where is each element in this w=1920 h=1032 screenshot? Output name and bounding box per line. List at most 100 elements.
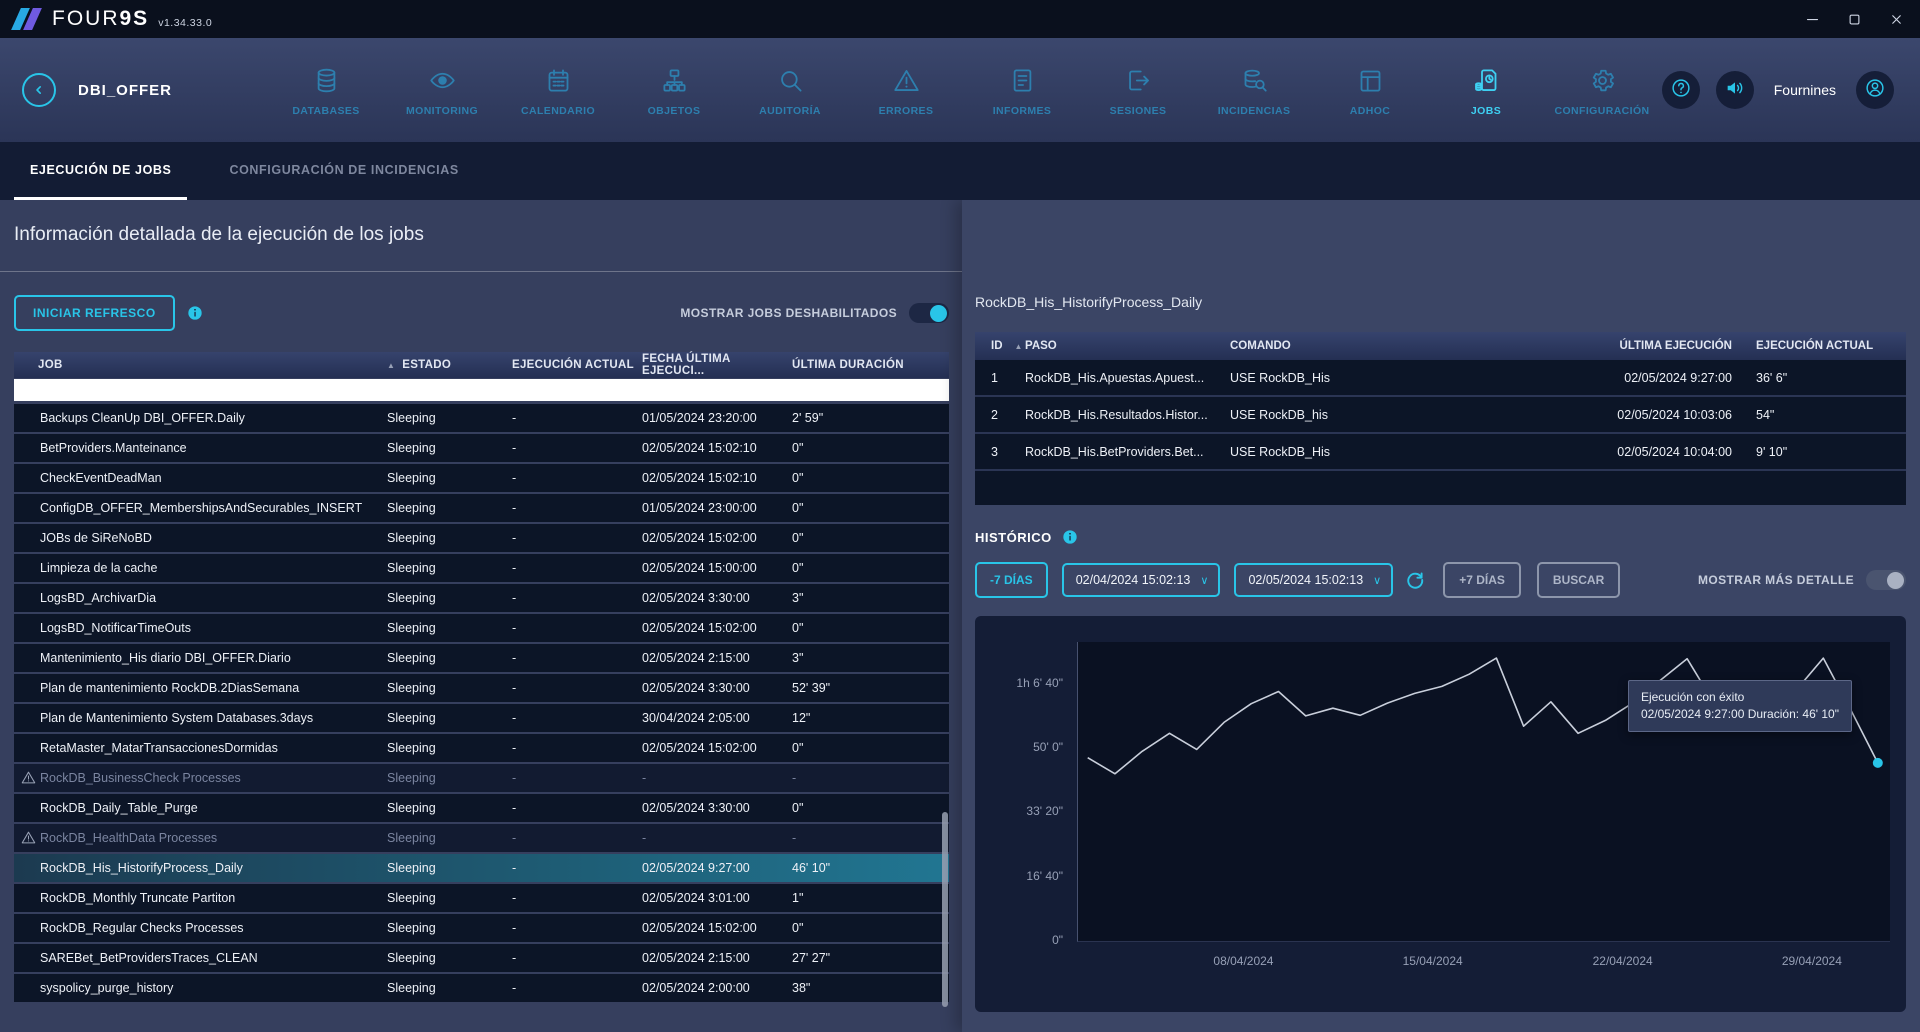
cell-job: RockDB_HealthData Processes <box>14 831 387 845</box>
column-fecha-ultima[interactable]: FECHA ÚLTIMA EJECUCI... <box>642 353 792 377</box>
column-ejecucion-actual[interactable]: EJECUCIÓN ACTUAL <box>512 359 642 371</box>
cell-actual: - <box>512 651 642 665</box>
column-estado[interactable]: ▲ESTADO <box>387 359 512 371</box>
steps-table-row[interactable]: 1RockDB_His.Apuestas.Apuest...USE RockDB… <box>975 360 1906 397</box>
date-to-select[interactable]: 02/05/2024 15:02:13∨ <box>1234 563 1393 597</box>
cell-job: BetProviders.Manteinance <box>14 441 387 455</box>
nav-item-sesiones[interactable]: SESIONES <box>1080 63 1196 117</box>
jobs-scrollbar[interactable] <box>942 812 948 1007</box>
jobs-table-row[interactable]: RockDB_His_HistorifyProcess_DailySleepin… <box>14 854 949 882</box>
nav-item-auditoría[interactable]: AUDITORÍA <box>732 63 848 117</box>
cell-fecha: 02/05/2024 2:00:00 <box>642 981 792 995</box>
warning-icon <box>21 770 36 785</box>
jobs-table-row[interactable]: RockDB_HealthData ProcessesSleeping--- <box>14 824 949 852</box>
cell-fecha: 02/05/2024 2:15:00 <box>642 951 792 965</box>
nav-item-configuración[interactable]: CONFIGURACIÓN <box>1544 63 1660 117</box>
cell-estado: Sleeping <box>387 951 512 965</box>
jobs-table-row[interactable]: RockDB_Regular Checks ProcessesSleeping-… <box>14 914 949 942</box>
minimize-icon[interactable] <box>1798 5 1826 33</box>
close-icon[interactable] <box>1882 5 1910 33</box>
tooltip-detail: 02/05/2024 9:27:00 Duración: 46' 10" <box>1641 706 1839 723</box>
jobs-table-row[interactable]: JOBs de SiReNoBDSleeping-02/05/2024 15:0… <box>14 524 949 552</box>
highlighted-point[interactable] <box>1873 758 1883 768</box>
nav-item-label: DATABASES <box>292 105 359 117</box>
nav-item-calendario[interactable]: CALENDARIO <box>500 63 616 117</box>
column-job[interactable]: JOB <box>14 359 387 371</box>
jobs-table-row[interactable]: CheckEventDeadManSleeping-02/05/2024 15:… <box>14 464 949 492</box>
database-icon <box>313 67 340 99</box>
column-ejecucion-actual[interactable]: EJECUCIÓN ACTUAL <box>1756 340 1906 352</box>
incidents-icon <box>1241 67 1268 99</box>
jobs-table-row[interactable]: RockDB_Daily_Table_PurgeSleeping-02/05/2… <box>14 794 949 822</box>
jobs-table-row[interactable]: Backups CleanUp DBI_OFFER.DailySleeping-… <box>14 404 949 432</box>
cell-actual: - <box>512 921 642 935</box>
nav-item-errores[interactable]: ERRORES <box>848 63 964 117</box>
cell-actual: - <box>512 681 642 695</box>
cell-fecha: 02/05/2024 15:02:10 <box>642 471 792 485</box>
cell-estado: Sleeping <box>387 711 512 725</box>
jobs-panel: INICIAR REFRESCO MOSTRAR JOBS DESHABILIT… <box>14 295 949 1032</box>
steps-table-row[interactable]: 3RockDB_His.BetProviders.Bet...USE RockD… <box>975 434 1906 471</box>
column-ultima-duracion[interactable]: ÚLTIMA DURACIÓN <box>792 359 949 371</box>
back-button[interactable] <box>22 73 56 107</box>
column-ultima-ejecucion[interactable]: ÚLTIMA EJECUCIÓN <box>1620 340 1756 352</box>
jobs-table-row[interactable]: RetaMaster_MatarTransaccionesDormidasSle… <box>14 734 949 762</box>
cell-estado: Sleeping <box>387 801 512 815</box>
jobs-table-row[interactable]: RockDB_Monthly Truncate PartitonSleeping… <box>14 884 949 912</box>
cell-fecha: 02/05/2024 3:30:00 <box>642 591 792 605</box>
cell-actual: - <box>512 441 642 455</box>
help-button[interactable] <box>1662 71 1700 109</box>
minus-7-days-button[interactable]: -7 DÍAS <box>975 562 1048 598</box>
start-refresh-button[interactable]: INICIAR REFRESCO <box>14 295 175 331</box>
nav-item-incidencias[interactable]: INCIDENCIAS <box>1196 63 1312 117</box>
nav-item-label: ERRORES <box>879 105 934 117</box>
cell-dur: 0" <box>792 501 949 515</box>
cell-actual: - <box>512 861 642 875</box>
jobs-filter-row[interactable] <box>14 379 949 401</box>
jobs-table-row[interactable]: LogsBD_ArchivarDiaSleeping-02/05/2024 3:… <box>14 584 949 612</box>
jobs-table-row[interactable]: RockDB_BusinessCheck ProcessesSleeping--… <box>14 764 949 792</box>
jobs-table-row[interactable]: ConfigDB_OFFER_MembershipsAndSecurables_… <box>14 494 949 522</box>
cell-estado: Sleeping <box>387 891 512 905</box>
user-icon <box>1864 77 1886 104</box>
jobs-table-row[interactable]: BetProviders.ManteinanceSleeping-02/05/2… <box>14 434 949 462</box>
cell-actual: - <box>512 951 642 965</box>
tab-configuracion-de-incidencias[interactable]: CONFIGURACIÓN DE INCIDENCIAS <box>213 142 474 200</box>
jobs-table-row[interactable]: Mantenimiento_His diario DBI_OFFER.Diari… <box>14 644 949 672</box>
y-axis-tick: 50' 0" <box>975 740 1063 754</box>
more-detail-toggle[interactable] <box>1866 570 1906 590</box>
buscar-button[interactable]: BUSCAR <box>1537 562 1620 598</box>
show-disabled-toggle[interactable] <box>909 303 949 323</box>
jobs-table-row[interactable]: SAREBet_BetProvidersTraces_CLEANSleeping… <box>14 944 949 972</box>
nav-item-adhoc[interactable]: ADHOC <box>1312 63 1428 117</box>
info-icon[interactable] <box>187 305 203 321</box>
nav-item-objetos[interactable]: OBJETOS <box>616 63 732 117</box>
jobs-table-row[interactable]: LogsBD_NotificarTimeOutsSleeping-02/05/2… <box>14 614 949 642</box>
maximize-icon[interactable] <box>1840 5 1868 33</box>
nav-item-monitoring[interactable]: MONITORING <box>384 63 500 117</box>
jobs-table-row[interactable]: Plan de mantenimiento RockDB.2DiasSemana… <box>14 674 949 702</box>
date-from-select[interactable]: 02/04/2024 15:02:13∨ <box>1062 563 1221 597</box>
nav-item-jobs[interactable]: JOBS <box>1428 63 1544 117</box>
column-paso[interactable]: PASO <box>1025 340 1230 352</box>
refresh-icon[interactable] <box>1403 568 1427 592</box>
jobs-table-row[interactable]: Plan de Mantenimiento System Databases.3… <box>14 704 949 732</box>
cell-fecha: 02/05/2024 2:15:00 <box>642 651 792 665</box>
plus-7-days-button[interactable]: +7 DÍAS <box>1443 562 1521 598</box>
cell-dur: 12" <box>792 711 949 725</box>
nav-item-databases[interactable]: DATABASES <box>268 63 384 117</box>
jobs-table-row[interactable]: Limpieza de la cacheSleeping-02/05/2024 … <box>14 554 949 582</box>
tab-ejecucion-de-jobs[interactable]: EJECUCIÓN DE JOBS <box>14 142 187 200</box>
steps-table-row[interactable]: 2RockDB_His.Resultados.Histor...USE Rock… <box>975 397 1906 434</box>
info-icon[interactable] <box>1062 529 1078 545</box>
nav-item-informes[interactable]: INFORMES <box>964 63 1080 117</box>
column-id[interactable]: ID▲ <box>975 340 1025 352</box>
cell-estado: Sleeping <box>387 441 512 455</box>
account-button[interactable] <box>1856 71 1894 109</box>
cell-job: RockDB_His_HistorifyProcess_Daily <box>14 861 387 875</box>
jobs-table-row[interactable]: syspolicy_purge_historySleeping-02/05/20… <box>14 974 949 1002</box>
main-content: Información detallada de la ejecución de… <box>0 200 1920 1032</box>
app-brand: FOUR9S <box>52 7 149 31</box>
sound-button[interactable] <box>1716 71 1754 109</box>
column-comando[interactable]: COMANDO <box>1230 340 1586 352</box>
